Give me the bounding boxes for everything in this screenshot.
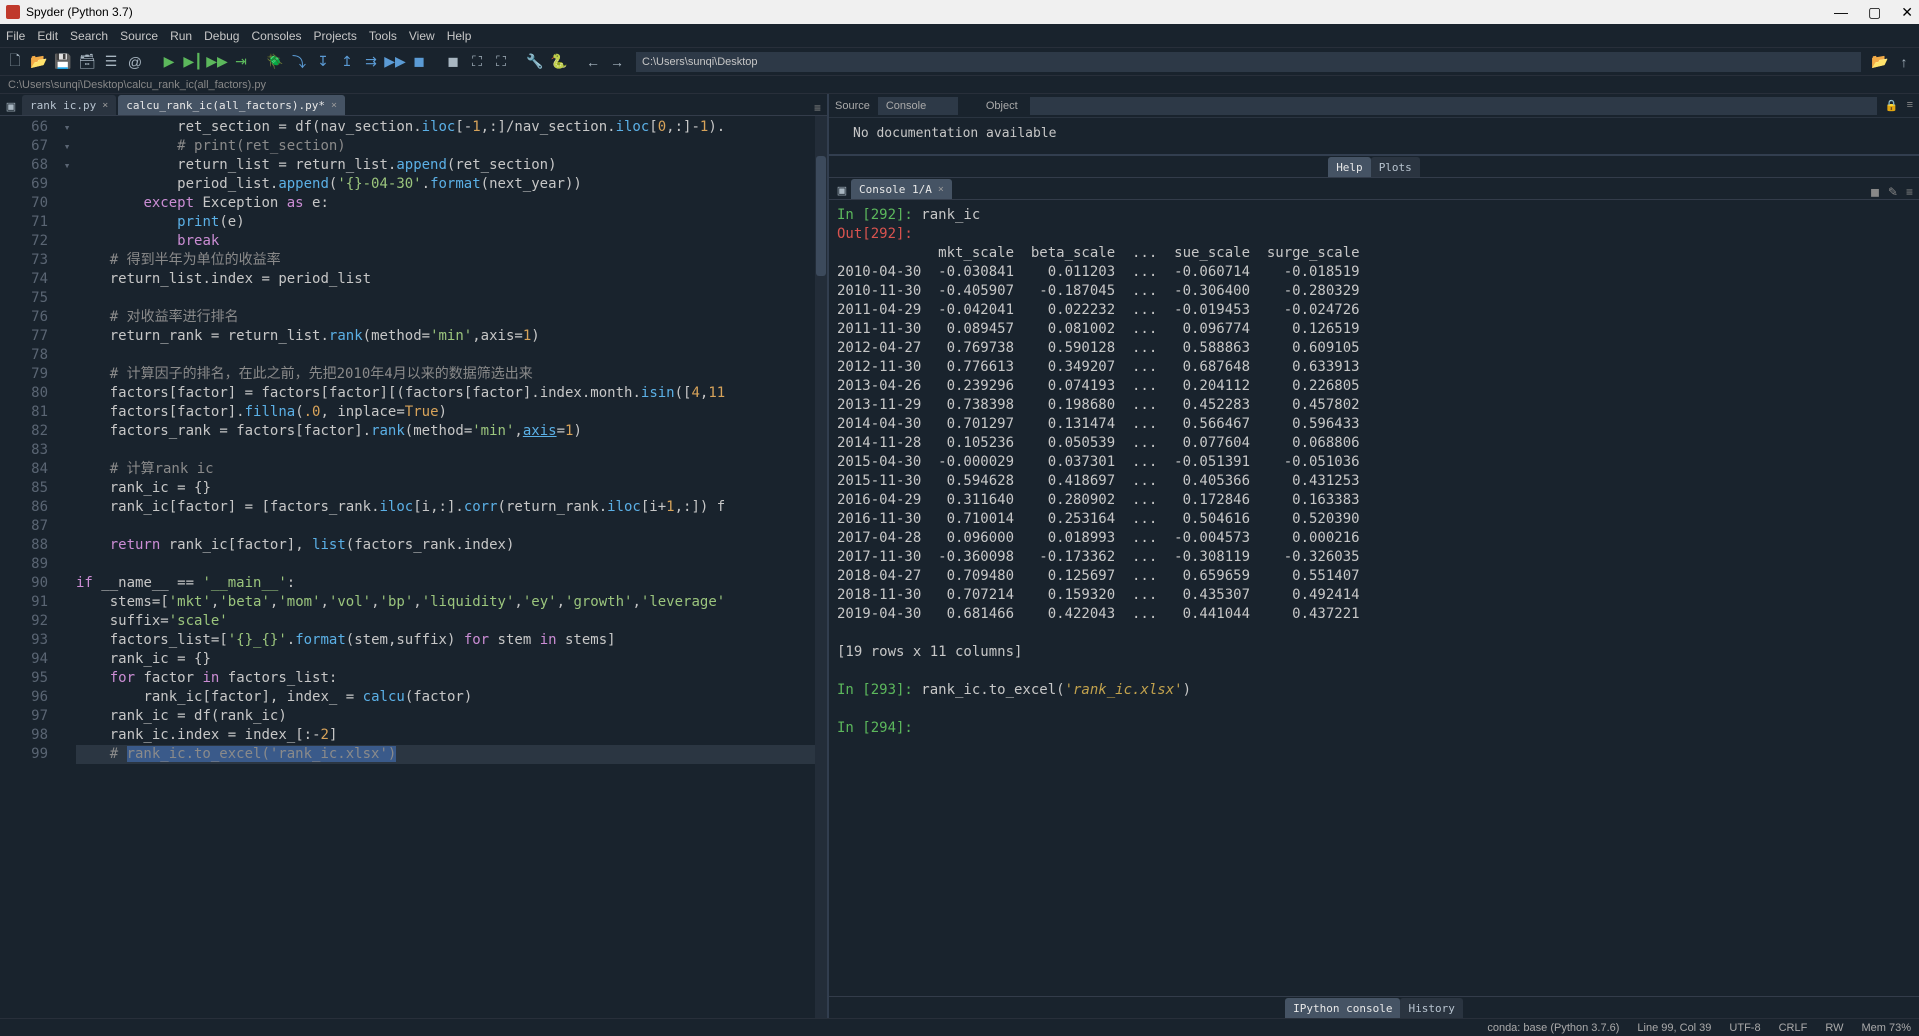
browse-dir-icon[interactable]: 📂 bbox=[1869, 51, 1891, 73]
menu-edit[interactable]: Edit bbox=[37, 29, 58, 43]
status-mem: Mem 73% bbox=[1861, 1022, 1911, 1034]
list-icon[interactable]: ☰ bbox=[100, 51, 122, 73]
debug-stop-icon[interactable]: ◼ bbox=[408, 51, 430, 73]
status-rw: RW bbox=[1825, 1022, 1843, 1034]
menu-help[interactable]: Help bbox=[447, 29, 472, 43]
vertical-scrollbar[interactable] bbox=[815, 116, 827, 1018]
menu-bar: File Edit Search Source Run Debug Consol… bbox=[0, 24, 1919, 48]
lock-icon[interactable]: 🔒 bbox=[1885, 99, 1899, 112]
menu-run[interactable]: Run bbox=[170, 29, 192, 43]
menu-search[interactable]: Search bbox=[70, 29, 108, 43]
options-icon[interactable]: ≡ bbox=[808, 101, 827, 115]
close-icon[interactable]: × bbox=[938, 184, 944, 195]
save-icon[interactable]: 💾 bbox=[52, 51, 74, 73]
clear-icon[interactable]: ✎ bbox=[1888, 185, 1898, 199]
close-icon[interactable]: × bbox=[102, 100, 108, 111]
status-bar: conda: base (Python 3.7.6) Line 99, Col … bbox=[0, 1018, 1919, 1036]
console-bottom-tabs: IPython console History bbox=[829, 996, 1919, 1018]
stop-icon[interactable]: ◼ bbox=[442, 51, 464, 73]
source-label: Source bbox=[835, 100, 870, 112]
menu-debug[interactable]: Debug bbox=[204, 29, 239, 43]
status-encoding: UTF-8 bbox=[1729, 1022, 1760, 1034]
preferences-icon[interactable]: 🔧 bbox=[524, 51, 546, 73]
new-file-icon[interactable]: 🗋 bbox=[4, 51, 26, 73]
fold-column: ▾▾▾ bbox=[58, 116, 76, 1018]
window-title: Spyder (Python 3.7) bbox=[26, 5, 133, 19]
tab-help[interactable]: Help bbox=[1328, 157, 1371, 177]
console-output[interactable]: In [292]: rank_ic Out[292]: mkt_scale be… bbox=[829, 200, 1919, 996]
run-cell-icon[interactable]: ▶┃ bbox=[182, 51, 204, 73]
help-pane: Source Console Object 🔒 ≡ No documentati… bbox=[829, 94, 1919, 156]
line-gutter: 6667686970717273747576777879808182838485… bbox=[0, 116, 58, 1018]
run-selection-icon[interactable]: ▶▶ bbox=[206, 51, 228, 73]
tab-plots[interactable]: Plots bbox=[1371, 157, 1420, 177]
minimize-button[interactable]: — bbox=[1834, 4, 1848, 21]
working-dir-input[interactable]: C:\Users\sunqi\Desktop bbox=[636, 52, 1861, 72]
status-line-col: Line 99, Col 39 bbox=[1637, 1022, 1711, 1034]
menu-file[interactable]: File bbox=[6, 29, 25, 43]
tab-history[interactable]: History bbox=[1400, 998, 1462, 1018]
continue-icon[interactable]: ⇉ bbox=[360, 51, 382, 73]
menu-source[interactable]: Source bbox=[120, 29, 158, 43]
object-input[interactable] bbox=[1030, 97, 1877, 115]
pythonpath-icon[interactable]: 🐍 bbox=[548, 51, 570, 73]
stop-debug-icon[interactable]: ▶▶ bbox=[384, 51, 406, 73]
run-line-icon[interactable]: ⇥ bbox=[230, 51, 252, 73]
menu-view[interactable]: View bbox=[409, 29, 435, 43]
editor-pane: ▣ rank ic.py× calcu_rank_ic(all_factors)… bbox=[0, 94, 829, 1018]
menu-projects[interactable]: Projects bbox=[314, 29, 357, 43]
code-area[interactable]: ret_section = df(nav_section.iloc[-1,:]/… bbox=[76, 116, 815, 1018]
editor-tabs: ▣ rank ic.py× calcu_rank_ic(all_factors)… bbox=[0, 94, 827, 116]
open-file-icon[interactable]: 📂 bbox=[28, 51, 50, 73]
console-pane: ▣ Console 1/A× ◼ ✎ ≡ In [292]: rank_ic O… bbox=[829, 178, 1919, 1018]
close-button[interactable]: ✕ bbox=[1901, 4, 1913, 21]
tab-rank-ic[interactable]: rank ic.py× bbox=[22, 95, 116, 115]
tab-console-1a[interactable]: Console 1/A× bbox=[851, 179, 952, 199]
debug-icon[interactable]: 🪲 bbox=[264, 51, 286, 73]
scroll-thumb[interactable] bbox=[816, 156, 826, 276]
step-in-icon[interactable]: ↧ bbox=[312, 51, 334, 73]
stop-icon[interactable]: ◼ bbox=[1870, 185, 1880, 199]
maximize-pane-icon[interactable]: ⛶ bbox=[466, 51, 488, 73]
object-label: Object bbox=[986, 100, 1018, 112]
menu-consoles[interactable]: Consoles bbox=[251, 29, 301, 43]
app-icon bbox=[6, 5, 20, 19]
options-icon[interactable]: ≡ bbox=[1907, 99, 1913, 112]
fullscreen-icon[interactable]: ⛶ bbox=[490, 51, 512, 73]
step-out-icon[interactable]: ↥ bbox=[336, 51, 358, 73]
status-eol: CRLF bbox=[1779, 1022, 1808, 1034]
save-all-icon[interactable]: 🗃 bbox=[76, 51, 98, 73]
code-editor[interactable]: 6667686970717273747576777879808182838485… bbox=[0, 116, 827, 1018]
forward-icon[interactable]: → bbox=[606, 51, 628, 73]
source-select[interactable]: Console bbox=[878, 97, 958, 115]
tab-list-icon[interactable]: ▣ bbox=[2, 97, 20, 115]
doc-text: No documentation available bbox=[829, 118, 1919, 154]
back-icon[interactable]: ← bbox=[582, 51, 604, 73]
menu-tools[interactable]: Tools bbox=[369, 29, 397, 43]
options-icon[interactable]: ≡ bbox=[1906, 185, 1913, 199]
maximize-button[interactable]: ▢ bbox=[1868, 4, 1881, 21]
status-conda: conda: base (Python 3.7.6) bbox=[1487, 1022, 1619, 1034]
close-icon[interactable]: × bbox=[331, 100, 337, 111]
tab-ipython-console[interactable]: IPython console bbox=[1285, 998, 1400, 1018]
at-icon[interactable]: @ bbox=[124, 51, 146, 73]
title-bar: Spyder (Python 3.7) — ▢ ✕ bbox=[0, 0, 1919, 24]
parent-dir-icon[interactable]: ↑ bbox=[1893, 51, 1915, 73]
run-icon[interactable]: ▶ bbox=[158, 51, 180, 73]
breadcrumb: C:\Users\sunqi\Desktop\calcu_rank_ic(all… bbox=[0, 76, 1919, 94]
tab-list-icon[interactable]: ▣ bbox=[833, 181, 851, 199]
help-tabs: Help Plots bbox=[829, 156, 1919, 178]
step-over-icon[interactable]: ⤵ bbox=[288, 51, 310, 73]
tab-calcu-rank-ic[interactable]: calcu_rank_ic(all_factors).py*× bbox=[118, 95, 345, 115]
toolbar: 🗋 📂 💾 🗃 ☰ @ ▶ ▶┃ ▶▶ ⇥ 🪲 ⤵ ↧ ↥ ⇉ ▶▶ ◼ ◼ ⛶… bbox=[0, 48, 1919, 76]
